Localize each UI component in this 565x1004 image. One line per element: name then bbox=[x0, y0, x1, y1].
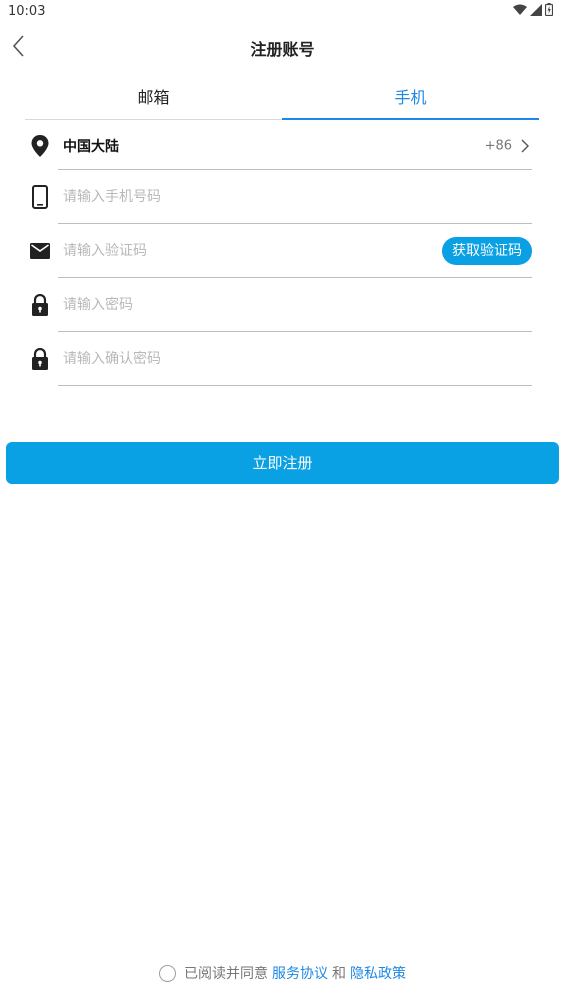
confirm-password-row bbox=[25, 332, 532, 386]
battery-icon bbox=[545, 3, 553, 16]
status-icons bbox=[513, 3, 553, 16]
tab-phone[interactable]: 手机 bbox=[282, 78, 539, 120]
phone-input[interactable] bbox=[63, 183, 423, 211]
verification-code-input[interactable] bbox=[63, 237, 423, 265]
mail-icon bbox=[29, 239, 51, 263]
phone-row bbox=[25, 170, 532, 224]
agreement-prefix: 已阅读并同意 bbox=[184, 966, 268, 982]
phone-icon bbox=[29, 185, 51, 209]
privacy-policy-link[interactable]: 隐私政策 bbox=[350, 963, 406, 983]
app-bar: 注册账号 bbox=[0, 22, 565, 70]
active-tab-indicator bbox=[282, 118, 539, 120]
tab-bar: 邮箱 手机 bbox=[25, 78, 539, 120]
divider bbox=[58, 385, 532, 386]
region-name: 中国大陆 bbox=[63, 139, 119, 155]
agreement-checkbox[interactable] bbox=[159, 964, 176, 982]
signal-icon bbox=[530, 3, 542, 16]
service-agreement-link[interactable]: 服务协议 bbox=[272, 963, 328, 983]
location-pin-icon bbox=[29, 134, 51, 158]
region-selector[interactable]: 中国大陆 +86 bbox=[25, 122, 532, 170]
status-time: 10:03 bbox=[8, 4, 46, 19]
password-row bbox=[25, 278, 532, 332]
lock-icon bbox=[29, 347, 51, 371]
agreement: 已阅读并同意 服务协议 和 隐私政策 bbox=[0, 963, 565, 986]
lock-icon bbox=[29, 293, 51, 317]
chevron-right-icon bbox=[521, 139, 529, 153]
wifi-icon bbox=[513, 4, 527, 15]
password-input[interactable] bbox=[63, 291, 423, 319]
get-code-button[interactable]: 获取验证码 bbox=[442, 237, 532, 265]
agreement-conjunction: 和 bbox=[332, 966, 346, 982]
page-title: 注册账号 bbox=[250, 40, 315, 59]
region-code: +86 bbox=[484, 138, 512, 154]
register-button[interactable]: 立即注册 bbox=[6, 442, 559, 484]
tab-email[interactable]: 邮箱 bbox=[25, 78, 282, 120]
confirm-password-input[interactable] bbox=[63, 345, 423, 373]
status-bar: 10:03 bbox=[0, 0, 565, 22]
verification-code-row: 获取验证码 bbox=[25, 224, 532, 278]
